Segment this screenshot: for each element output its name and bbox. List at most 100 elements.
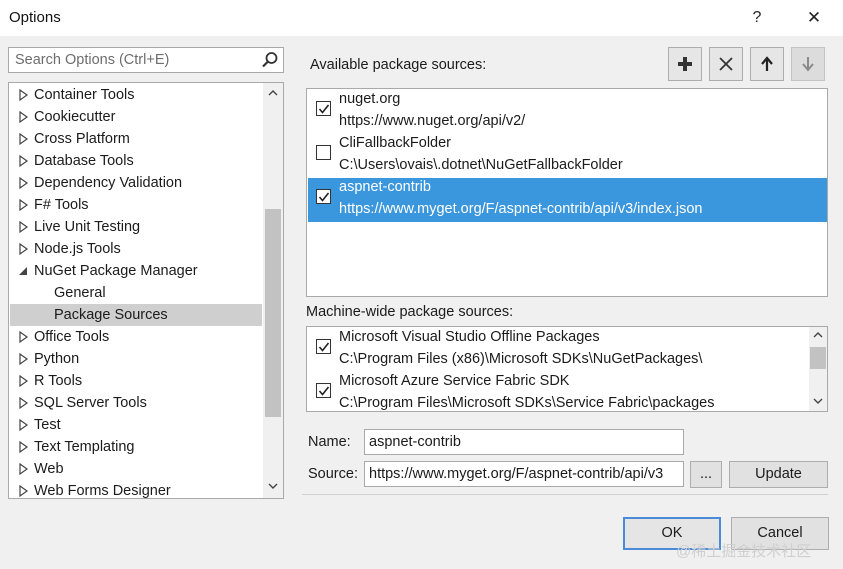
tree-item[interactable]: Cookiecutter [10, 106, 262, 128]
source-checkbox[interactable] [316, 145, 331, 160]
browse-button[interactable]: ... [690, 461, 722, 488]
title-bar: Options ? ✕ [0, 0, 843, 36]
expand-arrow-icon[interactable] [18, 348, 30, 370]
expand-arrow-icon[interactable] [18, 172, 30, 194]
available-sources-list[interactable]: nuget.org https://www.nuget.org/api/v2/Cl… [306, 88, 828, 297]
machine-scroll-thumb[interactable] [810, 347, 826, 369]
tree-item-label: F# Tools [34, 197, 89, 213]
tree-item-label: Package Sources [54, 307, 168, 323]
expand-arrow-icon[interactable] [18, 216, 30, 238]
close-button[interactable]: ✕ [798, 6, 830, 30]
tree-item[interactable]: R Tools [10, 370, 262, 392]
tree-item[interactable]: Text Templating [10, 436, 262, 458]
tree-item-label: Cross Platform [34, 131, 130, 147]
expand-arrow-icon[interactable] [18, 436, 30, 458]
tree-item-label: Text Templating [34, 439, 135, 455]
tree-item[interactable]: NuGet Package Manager [10, 260, 262, 282]
source-url: C:\Program Files (x86)\Microsoft SDKs\Nu… [339, 351, 703, 367]
divider [302, 494, 828, 495]
source-url: C:\Program Files\Microsoft SDKs\Service … [339, 395, 715, 411]
expand-arrow-icon[interactable] [18, 326, 30, 348]
tree-item-label: Cookiecutter [34, 109, 116, 125]
update-button[interactable]: Update [729, 461, 828, 488]
move-up-button[interactable] [750, 47, 784, 81]
tree-item[interactable]: SQL Server Tools [10, 392, 262, 414]
source-name: Microsoft Visual Studio Offline Packages [339, 329, 600, 345]
move-down-button[interactable] [791, 47, 825, 81]
tree-item-label: Test [34, 417, 61, 433]
options-tree[interactable]: Container Tools Cookiecutter Cross Platfor… [8, 82, 284, 499]
expand-arrow-icon[interactable] [18, 392, 30, 414]
tree-item[interactable]: Database Tools [10, 150, 262, 172]
expand-arrow-icon[interactable] [18, 414, 30, 436]
expand-arrow-icon[interactable] [18, 128, 30, 150]
tree-scroll-thumb[interactable] [265, 209, 281, 417]
expand-arrow-icon[interactable] [18, 150, 30, 172]
help-button[interactable]: ? [741, 6, 773, 30]
expand-arrow-icon[interactable] [18, 194, 30, 216]
tree-item[interactable]: Python [10, 348, 262, 370]
expand-arrow-icon[interactable] [18, 106, 30, 128]
tree-item-label: Node.js Tools [34, 241, 121, 257]
source-item[interactable]: Microsoft Visual Studio Offline Packages… [308, 328, 808, 372]
source-checkbox[interactable] [316, 383, 331, 398]
tree-item[interactable]: Test [10, 414, 262, 436]
tree-item-label: Live Unit Testing [34, 219, 141, 235]
source-item[interactable]: CliFallbackFolder C:\Users\ovais\.dotnet\… [308, 134, 827, 178]
scroll-down-icon[interactable] [263, 478, 283, 496]
tree-item[interactable]: Dependency Validation [10, 172, 262, 194]
machine-sources-list[interactable]: Microsoft Visual Studio Offline Packages… [306, 326, 828, 412]
tree-item[interactable]: Package Sources [10, 304, 262, 326]
tree-item[interactable]: Node.js Tools [10, 238, 262, 260]
machine-scrollbar[interactable] [809, 327, 827, 411]
source-item[interactable]: nuget.org https://www.nuget.org/api/v2/ [308, 90, 827, 134]
tree-item[interactable]: Live Unit Testing [10, 216, 262, 238]
tree-item[interactable]: Web [10, 458, 262, 480]
expand-arrow-icon[interactable] [18, 370, 30, 392]
source-name: aspnet-contrib [339, 179, 431, 195]
source-url: https://www.nuget.org/api/v2/ [339, 113, 526, 129]
tree-item-label: SQL Server Tools [34, 395, 147, 411]
source-checkbox[interactable] [316, 189, 331, 204]
scroll-up-icon[interactable] [809, 327, 827, 345]
tree-scrollbar[interactable] [263, 83, 283, 498]
expand-arrow-icon[interactable] [18, 238, 30, 260]
tree-item[interactable]: Cross Platform [10, 128, 262, 150]
source-checkbox[interactable] [316, 339, 331, 354]
source-checkbox[interactable] [316, 101, 331, 116]
available-sources-label: Available package sources: [310, 57, 487, 73]
source-item[interactable]: Microsoft Azure Service Fabric SDK C:\Pro… [308, 372, 808, 411]
tree-item[interactable]: Web Forms Designer [10, 480, 262, 499]
tree-item-label: Web Forms Designer [34, 483, 171, 499]
tree-item[interactable]: F# Tools [10, 194, 262, 216]
expand-arrow-icon[interactable] [18, 458, 30, 480]
collapse-arrow-icon[interactable] [18, 260, 30, 282]
tree-item-label: Dependency Validation [34, 175, 183, 191]
source-item[interactable]: aspnet-contrib https://www.myget.org/F/as… [308, 178, 827, 222]
tree-item-label: Web [34, 461, 64, 477]
tree-item-label: R Tools [34, 373, 83, 389]
remove-source-button[interactable] [709, 47, 743, 81]
search-input[interactable]: Search Options (Ctrl+E) [8, 47, 284, 73]
tree-item[interactable]: Office Tools [10, 326, 262, 348]
scroll-down-icon[interactable] [809, 393, 827, 411]
tree-item-label: Database Tools [34, 153, 134, 169]
source-field[interactable]: https://www.myget.org/F/aspnet-contrib/a… [364, 461, 684, 487]
expand-arrow-icon[interactable] [18, 84, 30, 106]
name-field[interactable]: aspnet-contrib [364, 429, 684, 455]
source-label: Source: [308, 466, 358, 482]
machine-sources-label: Machine-wide package sources: [306, 304, 514, 320]
name-label: Name: [308, 434, 351, 450]
search-placeholder: Search Options (Ctrl+E) [15, 52, 170, 68]
tree-item-label: Office Tools [34, 329, 110, 345]
watermark: @稀土掘金技术社区 [676, 543, 812, 560]
source-name: nuget.org [339, 91, 401, 107]
tree-item[interactable]: Container Tools [10, 84, 262, 106]
scroll-up-icon[interactable] [263, 85, 283, 103]
tree-item[interactable]: General [10, 282, 262, 304]
search-icon [262, 52, 278, 68]
add-source-button[interactable] [668, 47, 702, 81]
tree-item-label: General [54, 285, 106, 301]
expand-arrow-icon[interactable] [18, 480, 30, 499]
source-url: C:\Users\ovais\.dotnet\NuGetFallbackFold… [339, 157, 623, 173]
